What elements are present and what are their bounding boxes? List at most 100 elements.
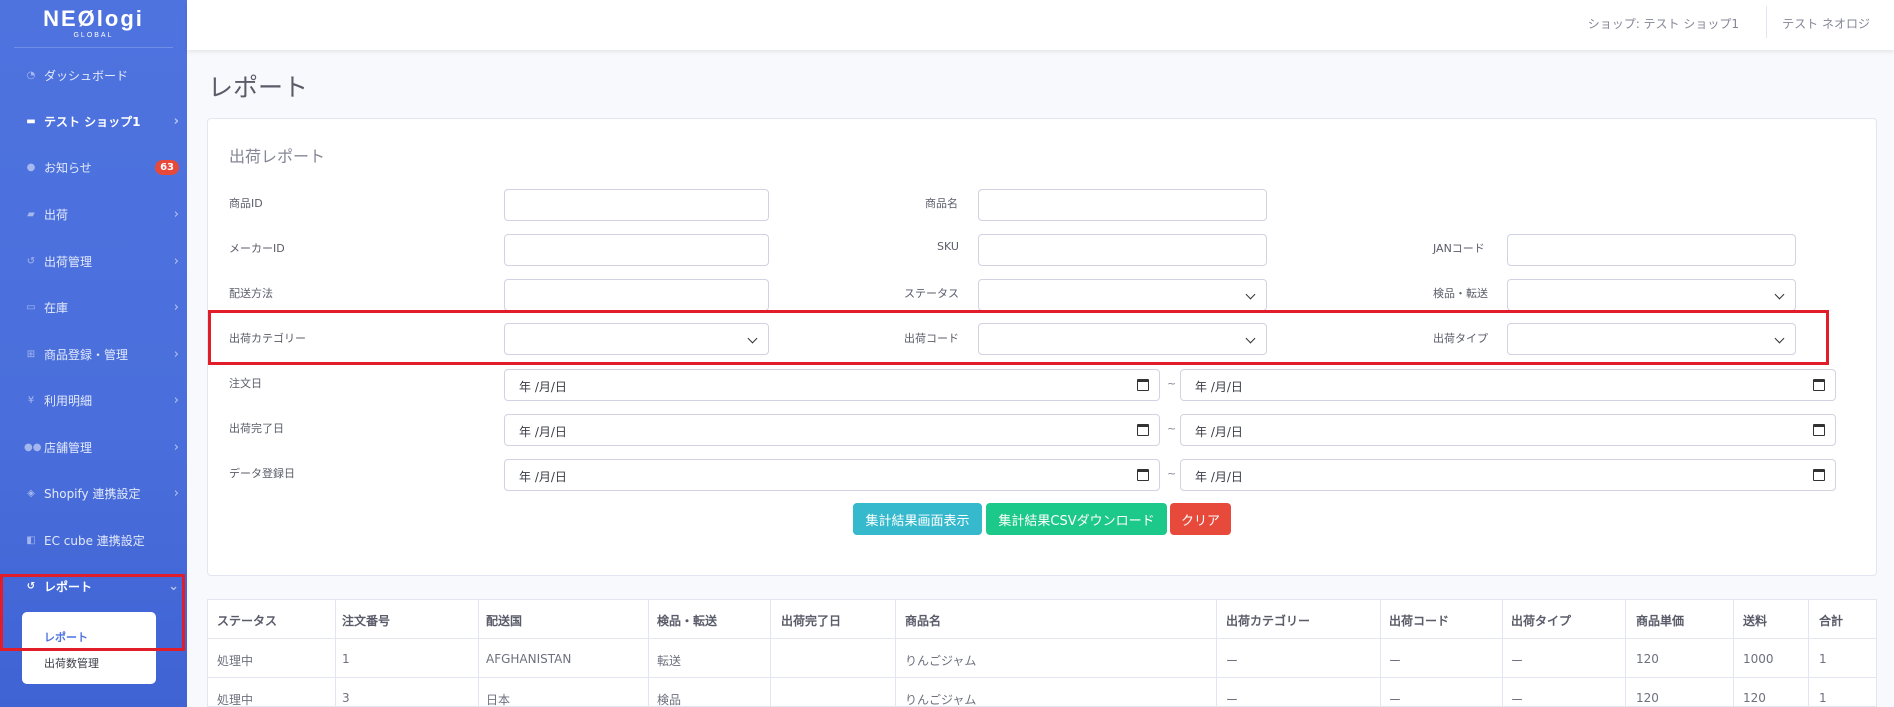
calendar-icon[interactable] [1813, 379, 1825, 391]
table-header-cell[interactable]: 送料 [1743, 612, 1767, 629]
chevron-right-icon: › [173, 346, 179, 362]
chevron-right-icon: › [173, 206, 179, 222]
table-cell: ー [1389, 693, 1402, 707]
calendar-icon[interactable] [1137, 424, 1149, 436]
sidebar-item-label: 在庫 [44, 300, 69, 315]
label-product-name: 商品名 [925, 197, 958, 210]
table-cell: ー [1389, 654, 1402, 668]
table-cell: りんごジャム [905, 654, 977, 668]
order-date-to[interactable]: 年 /月/日 [1180, 369, 1836, 401]
table-header-cell[interactable]: 出荷完了日 [781, 612, 841, 629]
table-header-cell[interactable]: 出荷コード [1389, 612, 1449, 629]
chevron-right-icon: › [173, 113, 179, 129]
table-cell: 3 [342, 691, 350, 705]
table-cell: 1 [342, 652, 350, 666]
clear-button[interactable]: クリア [1170, 503, 1231, 535]
calendar-icon[interactable] [1813, 469, 1825, 481]
data-date-from[interactable]: 年 /月/日 [504, 459, 1160, 491]
table-column-divider [1625, 599, 1626, 707]
sidebar-item-1[interactable]: ▬ テスト ショップ1 › [0, 98, 187, 144]
table-cell: りんごジャム [905, 693, 977, 707]
sidebar-item-4[interactable]: ↺ 出荷管理 › [0, 238, 187, 284]
cube-icon: ◧ [26, 534, 36, 546]
product-name-input[interactable] [978, 189, 1267, 221]
table-cell: ー [1226, 654, 1239, 668]
label-maker-id: メーカーID [229, 242, 285, 255]
date-placeholder: 年 /月/日 [1195, 425, 1243, 439]
table-header-cell[interactable]: 商品単価 [1636, 612, 1684, 629]
filter-highlight-box [208, 310, 1829, 365]
sidebar-item-label: 出荷 [44, 207, 69, 222]
table-header-cell[interactable]: 合計 [1819, 612, 1843, 629]
sidebar-item-10[interactable]: ◧ EC cube 連携設定 [0, 517, 187, 563]
table-column-divider [1380, 599, 1381, 707]
shopify-icon: ◈ [27, 487, 35, 499]
inspect-select[interactable] [1507, 279, 1796, 311]
sidebar-item-label: テスト ショップ1 [44, 114, 141, 129]
shop-selector[interactable]: ショップ: テスト ショップ1 [1588, 15, 1739, 32]
ship-done-date-to[interactable]: 年 /月/日 [1180, 414, 1836, 446]
user-menu[interactable]: テスト ネオロジ [1782, 15, 1870, 32]
product-id-input[interactable] [504, 189, 769, 221]
data-date-to[interactable]: 年 /月/日 [1180, 459, 1836, 491]
jan-input[interactable] [1507, 234, 1796, 266]
sidebar-item-3[interactable]: ▰ 出荷 › [0, 191, 187, 237]
sidebar-item-label: ダッシュボード [44, 68, 129, 83]
calendar-icon[interactable] [1137, 469, 1149, 481]
sidebar-item-2[interactable]: ● お知らせ 63 [0, 144, 187, 190]
brand-logo[interactable]: NEØlogi GLOBAL [14, 0, 173, 48]
table-cell: 検品 [657, 693, 682, 707]
status-select[interactable] [978, 279, 1267, 311]
sidebar-item-8[interactable]: ●● 店舗管理 › [0, 424, 187, 470]
range-tilde: ~ [1167, 422, 1177, 435]
table-cell: 1 [1819, 691, 1827, 705]
order-date-from[interactable]: 年 /月/日 [504, 369, 1160, 401]
chevron-right-icon: › [173, 439, 179, 455]
table-cell: 1 [1819, 652, 1827, 666]
sidebar-item-9[interactable]: ◈ Shopify 連携設定 › [0, 470, 187, 516]
sidebar-item-label: Shopify 連携設定 [44, 486, 141, 501]
maker-id-input[interactable] [504, 234, 769, 266]
label-data-date: データ登録日 [229, 467, 295, 480]
csv-download-button[interactable]: 集計結果CSVダウンロード [986, 503, 1167, 535]
calendar-icon[interactable] [1813, 424, 1825, 436]
sku-input[interactable] [978, 234, 1267, 266]
table-column-divider [1502, 599, 1503, 707]
table-cell: ー [1226, 693, 1239, 707]
users-icon: ●● [24, 441, 42, 453]
table-column-divider [1733, 599, 1734, 707]
label-shipping-method: 配送方法 [229, 287, 273, 300]
table-column-divider [478, 599, 479, 707]
sidebar-item-6[interactable]: ⊞ 商品登録・管理 › [0, 331, 187, 377]
table-header-cell[interactable]: 出荷カテゴリー [1226, 612, 1310, 629]
sidebar-item-5[interactable]: ▭ 在庫 › [0, 284, 187, 330]
topbar: ショップ: テスト ショップ1 テスト ネオロジ [187, 0, 1894, 50]
table-column-divider [1216, 599, 1217, 707]
bell-icon: ● [26, 161, 36, 173]
table-column-divider [1808, 599, 1809, 707]
sidebar-item-7[interactable]: ¥ 利用明細 › [0, 377, 187, 423]
history-icon: ↺ [26, 255, 36, 267]
results-table [207, 599, 1877, 707]
shipping-method-input[interactable] [504, 279, 769, 311]
calendar-icon[interactable] [1137, 379, 1149, 391]
show-results-button[interactable]: 集計結果画面表示 [853, 503, 982, 535]
table-header-cell[interactable]: 出荷タイプ [1511, 612, 1571, 629]
sidebar-item-0[interactable]: ◔ ダッシュボード [0, 52, 187, 98]
yen-icon: ¥ [27, 394, 35, 406]
page-title: レポート [208, 73, 309, 102]
card-title: 出荷レポート [229, 147, 326, 166]
table-header-cell[interactable]: ステータス [217, 612, 277, 629]
table-header-cell[interactable]: 商品名 [905, 612, 941, 629]
table-cell: 120 [1636, 652, 1659, 666]
store-icon: ▬ [26, 115, 36, 127]
table-header-cell[interactable]: 配送国 [486, 612, 522, 629]
submenu-item-shipment-count[interactable]: 出荷数管理 [44, 655, 99, 671]
chevron-right-icon: › [173, 485, 179, 501]
ship-done-date-from[interactable]: 年 /月/日 [504, 414, 1160, 446]
table-cell: ー [1511, 693, 1524, 707]
label-order-date: 注文日 [229, 377, 262, 390]
table-header-cell[interactable]: 検品・転送 [657, 612, 717, 629]
table-header-cell[interactable]: 注文番号 [342, 612, 390, 629]
chevron-right-icon: › [173, 299, 179, 315]
